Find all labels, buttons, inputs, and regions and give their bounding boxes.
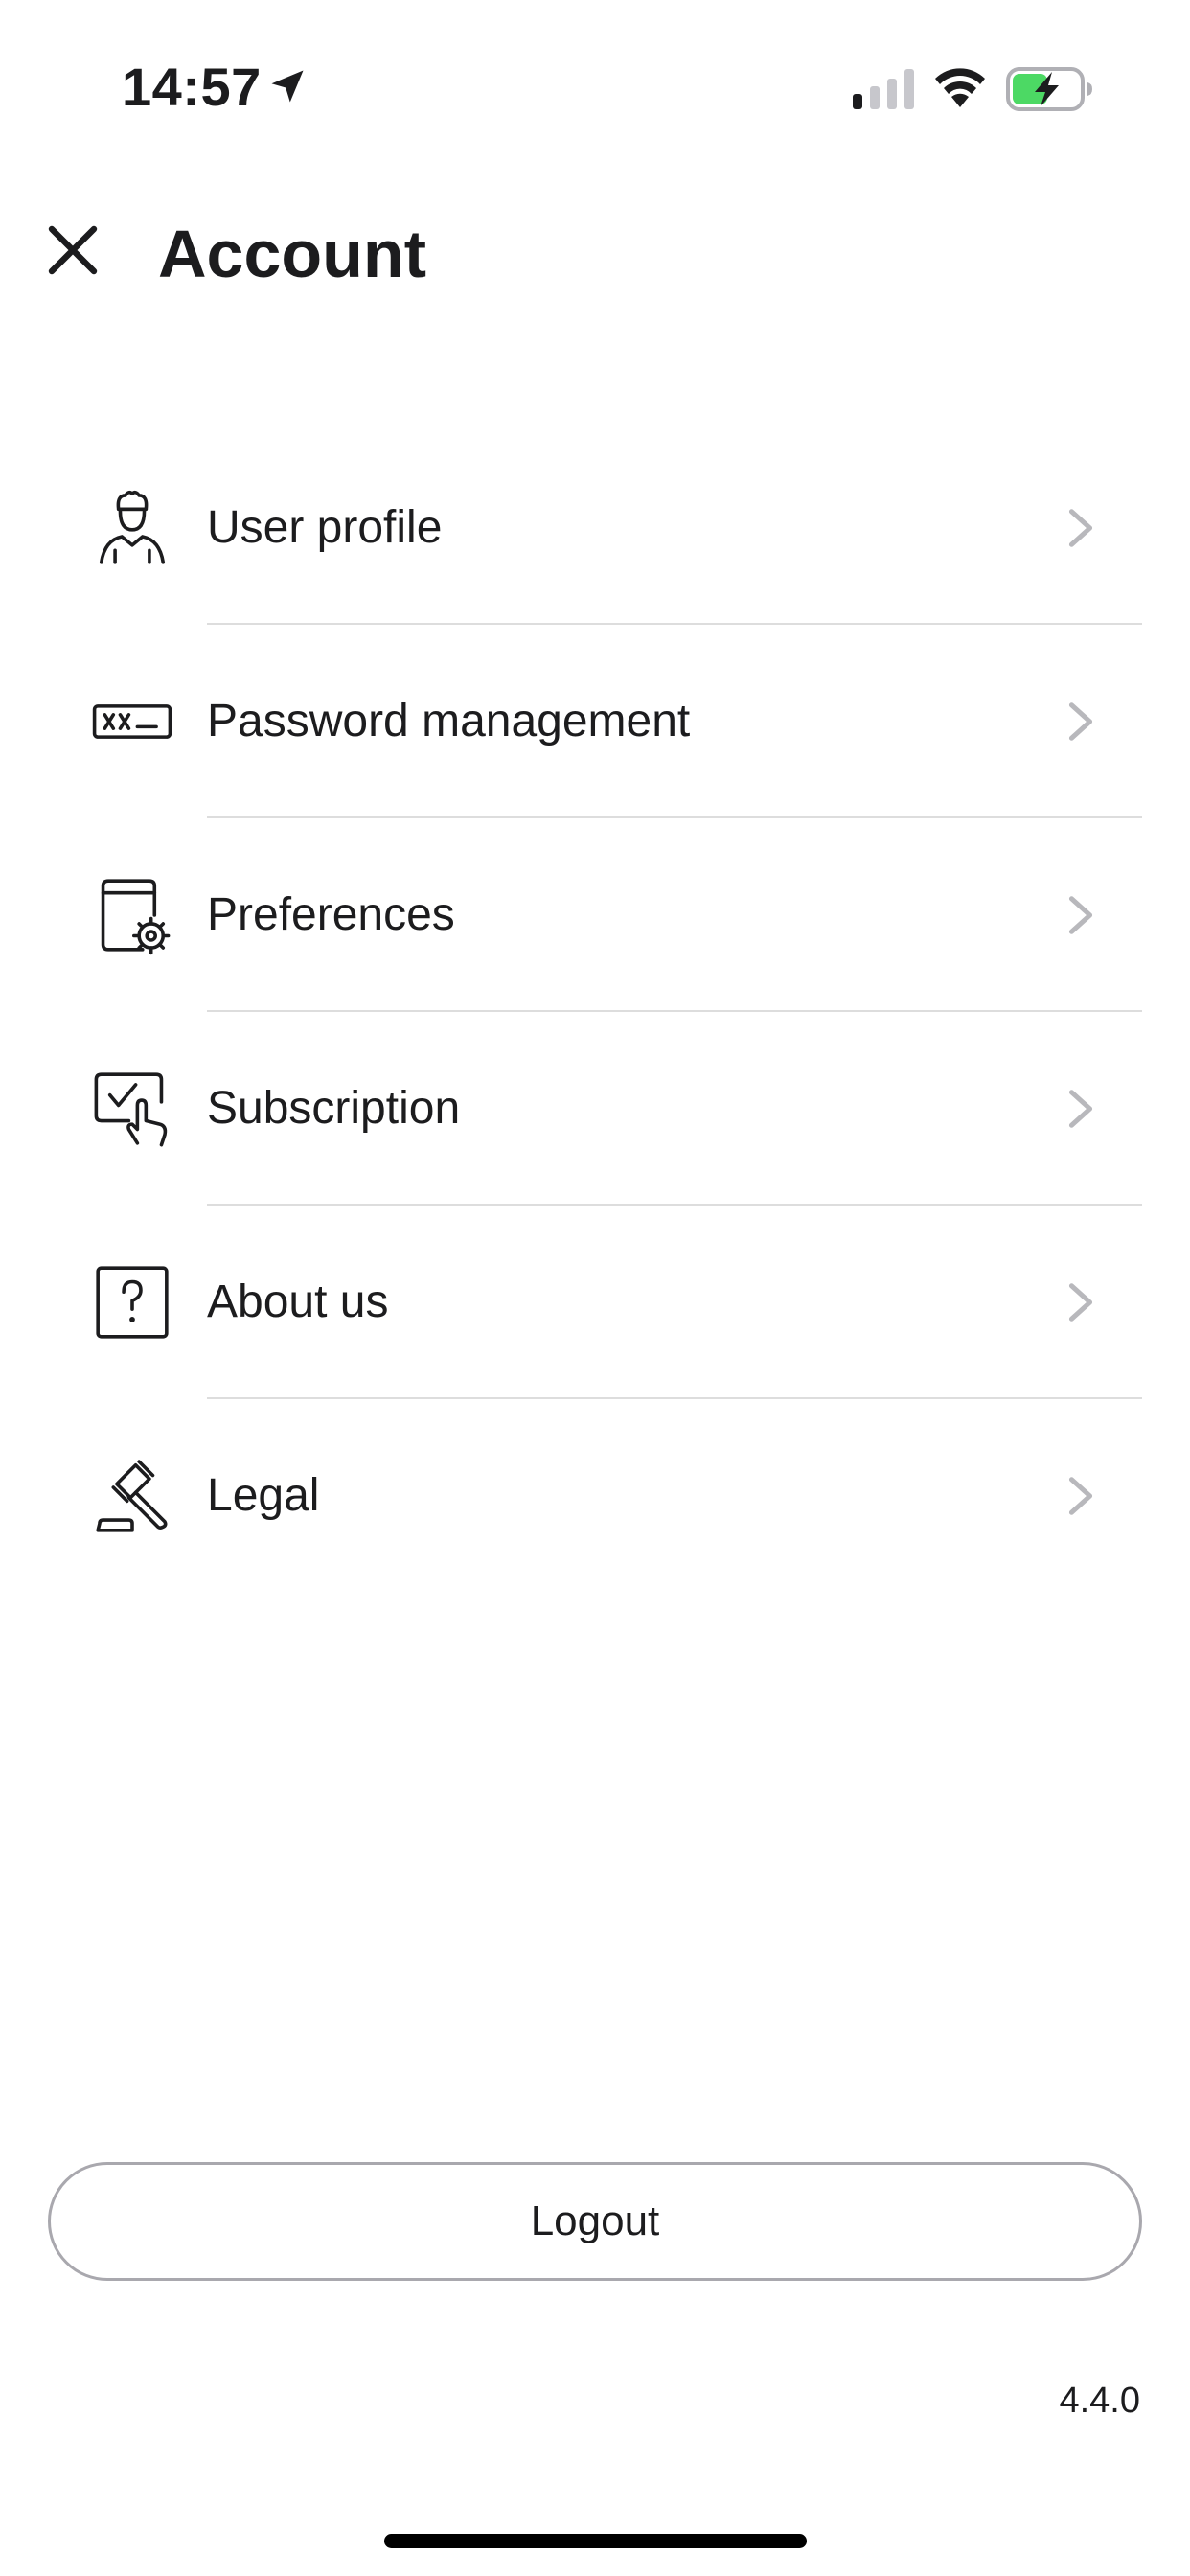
menu-item-label: Subscription (207, 1083, 461, 1134)
menu-item-legal[interactable]: Legal (0, 1399, 1190, 1593)
menu-item-label: About us (207, 1276, 389, 1327)
account-menu: User profile Password management Prefere… (0, 431, 1190, 1593)
subscription-touch-icon (94, 1072, 168, 1147)
page-title: Account (158, 217, 426, 291)
status-time: 14:57 (122, 57, 262, 117)
location-arrow-icon (271, 70, 304, 103)
wifi-icon (935, 68, 985, 107)
menu-item-password-management[interactable]: Password management (0, 625, 1190, 818)
menu-item-label: Preferences (207, 889, 455, 940)
preferences-gear-icon (101, 879, 171, 955)
battery-charging-icon (1006, 67, 1092, 111)
menu-item-user-profile[interactable]: User profile (0, 431, 1190, 625)
menu-item-label: User profile (207, 502, 443, 553)
menu-item-label: Legal (207, 1470, 320, 1521)
chevron-right-icon (1068, 509, 1093, 547)
menu-item-about-us[interactable]: About us (0, 1206, 1190, 1399)
chevron-right-icon (1068, 1283, 1093, 1322)
app-version: 4.4.0 (1059, 2380, 1140, 2421)
logout-button[interactable]: Logout (48, 2162, 1142, 2281)
menu-item-preferences[interactable]: Preferences (0, 818, 1190, 1012)
password-icon (92, 704, 172, 739)
chevron-right-icon (1068, 1477, 1093, 1515)
menu-item-subscription[interactable]: Subscription (0, 1012, 1190, 1206)
status-bar: 14:57 (0, 0, 1190, 172)
cellular-signal-icon (853, 69, 914, 109)
header: Account (0, 192, 1190, 316)
menu-item-label: Password management (207, 696, 691, 747)
close-icon[interactable] (38, 216, 107, 285)
chevron-right-icon (1068, 1090, 1093, 1128)
home-indicator[interactable] (384, 2534, 807, 2548)
user-profile-icon (99, 490, 166, 564)
gavel-icon (96, 1460, 168, 1532)
question-box-icon (96, 1266, 169, 1339)
chevron-right-icon (1068, 896, 1093, 934)
chevron-right-icon (1068, 702, 1093, 741)
